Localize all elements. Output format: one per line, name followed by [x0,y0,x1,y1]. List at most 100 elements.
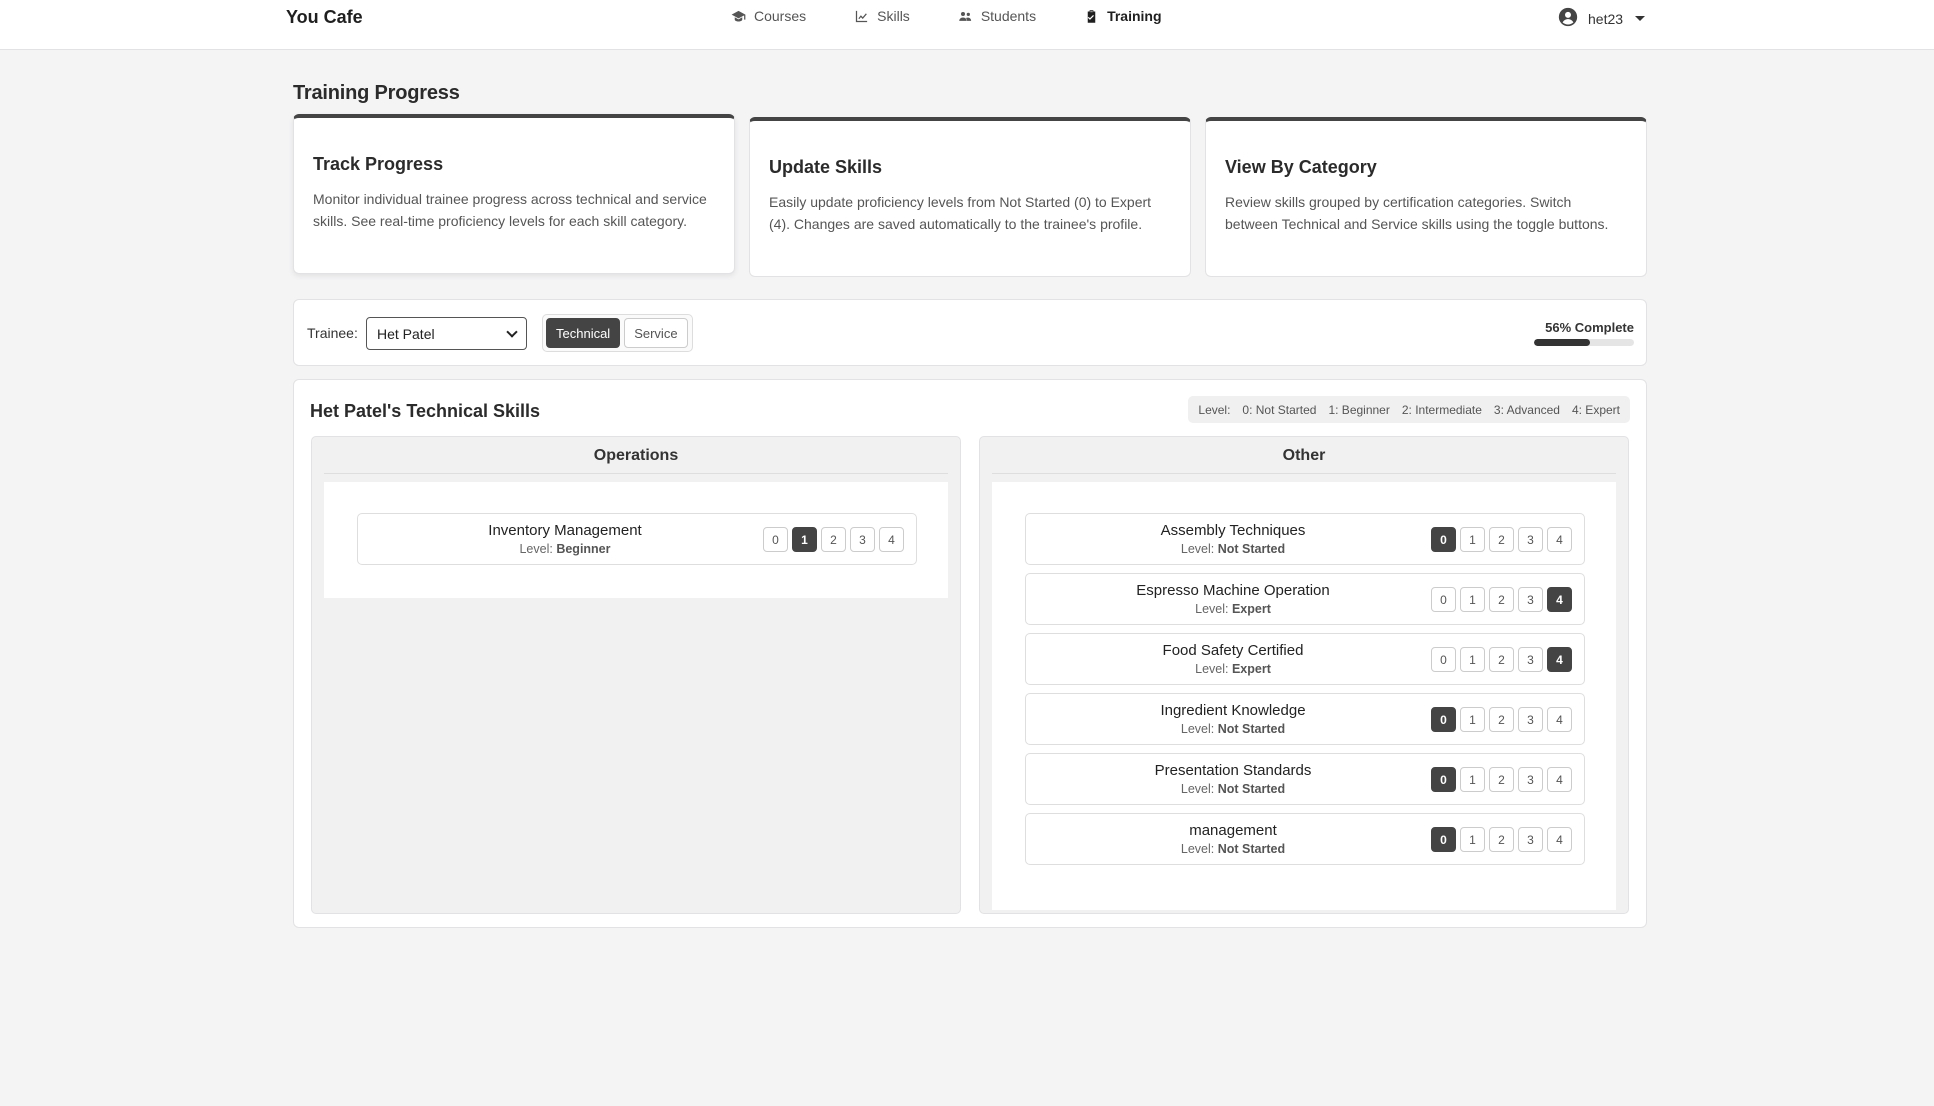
nav-students[interactable]: Students [958,8,1036,24]
level-button-2[interactable]: 2 [1489,587,1514,612]
skill-level-prefix: Level: [1195,662,1229,676]
level-button-3[interactable]: 3 [1518,587,1543,612]
level-button-3[interactable]: 3 [1518,827,1543,852]
level-legend: Level: 0: Not Started 1: Beginner 2: Int… [1188,396,1630,423]
level-button-3[interactable]: 3 [1518,707,1543,732]
level-button-4[interactable]: 4 [1547,647,1572,672]
nav-students-label: Students [980,8,1037,24]
level-button-3[interactable]: 3 [1518,527,1543,552]
trainee-select[interactable]: Het Patel [366,317,527,350]
skill-info: Presentation Standards Level: Not Started [1026,762,1440,796]
skill-name: Presentation Standards [1154,762,1312,779]
level-button-1[interactable]: 1 [1460,827,1485,852]
trainee-selected-value: Het Patel [377,325,435,342]
info-card-title: Update Skills [769,157,883,177]
level-button-1[interactable]: 1 [1460,767,1485,792]
level-button-1[interactable]: 1 [792,527,817,552]
level-button-1[interactable]: 1 [1460,587,1485,612]
info-card-text: Easily update proficiency levels from No… [769,194,1152,232]
level-button-group: 01234 [1431,707,1572,732]
level-button-0[interactable]: 0 [1431,647,1456,672]
skill-level: Level: Not Started [1026,782,1440,796]
level-button-2[interactable]: 2 [1489,767,1514,792]
toggle-technical-button[interactable]: Technical [546,318,621,348]
level-button-4[interactable]: 4 [879,527,904,552]
progress-label: 56% Complete [1545,320,1634,335]
nav-skills-label: Skills [877,8,910,24]
skill-level-value: Not Started [1217,722,1286,736]
category-column-operations: Operations Inventory Management Level: Be… [311,436,961,914]
skill-level-value: Expert [1231,602,1271,616]
info-card-update-skills: Update Skills Easily update proficiency … [749,117,1191,277]
level-button-1[interactable]: 1 [1460,647,1485,672]
skill-row: Food Safety Certified Level: Expert 0 1 2 3 4 [1025,633,1585,685]
info-card-text: Review skills grouped by certification c… [1225,194,1609,232]
chevron-down-icon [506,325,518,338]
user-menu[interactable]: het23 [1558,7,1646,30]
category-body: Inventory Management Level: Beginner 0 1 2 3 4 [324,482,948,598]
level-button-0[interactable]: 0 [1431,767,1456,792]
chevron-down-icon [1635,16,1646,21]
level-button-4[interactable]: 4 [1547,587,1572,612]
skill-row: management Level: Not Started 0 1 2 3 4 [1025,813,1585,865]
skill-level-prefix: Level: [1180,542,1215,556]
legend-item: 1: Beginner [1328,402,1390,417]
page-title: Training Progress [293,82,460,104]
skill-level-prefix: Level: [519,542,553,556]
trainee-label: Trainee: [307,325,358,341]
skill-row: Espresso Machine Operation Level: Expert 0… [1025,573,1585,625]
skill-info: Assembly Techniques Level: Not Started [1026,522,1440,556]
level-button-3[interactable]: 3 [1518,767,1543,792]
skill-name: Espresso Machine Operation [1136,582,1330,599]
toggle-service-button[interactable]: Service [624,318,688,348]
level-button-3[interactable]: 3 [850,527,875,552]
level-button-2[interactable]: 2 [1489,827,1514,852]
skill-level-prefix: Level: [1195,602,1229,616]
info-card-title: Track Progress [313,154,444,174]
trainee-controls: Trainee: Het Patel Technical Service 56%… [293,299,1647,366]
level-button-0[interactable]: 0 [763,527,788,552]
level-button-2[interactable]: 2 [821,527,846,552]
level-button-3[interactable]: 3 [1518,647,1543,672]
category-header: Operations [324,437,948,474]
skill-row: Presentation Standards Level: Not Started… [1025,753,1585,805]
clipboard-check-icon [1087,9,1096,23]
level-button-4[interactable]: 4 [1547,827,1572,852]
info-card-track-progress: Track Progress Monitor individual traine… [293,114,735,274]
nav-skills[interactable]: Skills [854,8,910,24]
user-circle-icon [1558,7,1578,30]
skill-level: Level: Expert [1026,602,1440,616]
level-button-1[interactable]: 1 [1460,527,1485,552]
level-button-1[interactable]: 1 [1460,707,1485,732]
legend-item: 2: Intermediate [1401,402,1482,417]
nav-training[interactable]: Training [1084,8,1162,24]
level-button-2[interactable]: 2 [1489,647,1514,672]
category-body: Assembly Techniques Level: Not Started 0 1 2… [992,482,1616,910]
nav-training-label: Training [1107,8,1162,24]
level-button-4[interactable]: 4 [1547,527,1572,552]
level-button-0[interactable]: 0 [1431,587,1456,612]
skill-level: Level: Beginner [358,542,772,556]
skill-row: Assembly Techniques Level: Not Started 0 1 2… [1025,513,1585,565]
level-button-2[interactable]: 2 [1489,707,1514,732]
skill-info: Espresso Machine Operation Level: Expert [1026,582,1440,616]
skill-level-prefix: Level: [1180,722,1215,736]
level-button-0[interactable]: 0 [1431,707,1456,732]
legend-item: 3: Advanced [1493,402,1560,417]
user-name: het23 [1588,10,1624,27]
level-button-4[interactable]: 4 [1547,707,1572,732]
skill-level-value: Beginner [556,542,611,556]
category-column-other: Other Assembly Techniques Level: Not Star… [979,436,1629,914]
skill-level: Level: Expert [1026,662,1440,676]
skill-level: Level: Not Started [1026,542,1440,556]
level-button-4[interactable]: 4 [1547,767,1572,792]
level-button-group: 01234 [763,527,904,552]
level-button-2[interactable]: 2 [1489,527,1514,552]
nav-courses[interactable]: Courses [731,8,806,24]
level-button-0[interactable]: 0 [1431,827,1456,852]
level-button-0[interactable]: 0 [1431,527,1456,552]
brand-logo[interactable]: You Cafe [286,7,363,28]
chart-line-icon [856,10,868,22]
level-button-group: 01234 [1431,767,1572,792]
skill-level-prefix: Level: [1180,782,1215,796]
